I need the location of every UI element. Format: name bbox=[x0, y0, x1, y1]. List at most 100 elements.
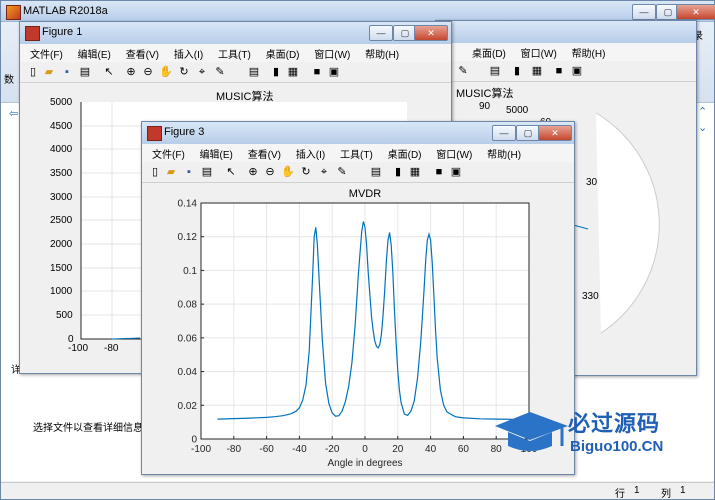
figure3-menu-insert[interactable]: 插入(I) bbox=[290, 144, 331, 163]
figure1-open-icon[interactable]: ▰ bbox=[42, 65, 56, 79]
chart-title: MVDR bbox=[349, 188, 381, 200]
figure1-menu-edit[interactable]: 编辑(E) bbox=[72, 44, 117, 63]
figure3-menu-window[interactable]: 窗口(W) bbox=[430, 144, 478, 163]
figure3-new-icon[interactable]: ▯ bbox=[148, 165, 162, 179]
figure1-titlebar: Figure 1 — ▢ ✕ bbox=[20, 22, 451, 45]
figure1-menu-desktop[interactable]: 桌面(D) bbox=[260, 44, 306, 63]
x-tick-label: 40 bbox=[425, 444, 437, 455]
figure1-brush-icon[interactable]: ✎ bbox=[213, 65, 227, 79]
figure2-print-icon[interactable]: ▤ bbox=[488, 64, 502, 78]
figure2-brush-icon[interactable]: ✎ bbox=[456, 64, 470, 78]
figure3-pan-icon[interactable]: ✋ bbox=[281, 165, 295, 179]
figure2-legend-icon[interactable]: ▦ bbox=[530, 64, 544, 78]
y-tick-label: 0.12 bbox=[178, 232, 198, 243]
figure1-datatip-icon[interactable]: ⌖ bbox=[195, 65, 209, 79]
figure3-menu-desktop[interactable]: 桌面(D) bbox=[382, 144, 428, 163]
figure3-menubar: 文件(F) 编辑(E) 查看(V) 插入(I) 工具(T) 桌面(D) 窗口(W… bbox=[142, 144, 574, 162]
side-arrow-down-icon[interactable]: ⌄ bbox=[698, 121, 707, 134]
x-axis-label: Angle in degrees bbox=[327, 458, 402, 469]
figure3-close-button[interactable]: ✕ bbox=[538, 125, 572, 141]
figure3-link-icon[interactable]: ▤ bbox=[369, 165, 383, 179]
x-tick-label: -100 bbox=[191, 444, 211, 455]
figure3-save-icon[interactable]: ▪ bbox=[182, 165, 196, 179]
figure1-ytick: 1000 bbox=[50, 286, 73, 297]
figure1-minimize-button[interactable]: — bbox=[369, 25, 393, 41]
figure2-menu-help[interactable]: 帮助(H) bbox=[566, 43, 612, 62]
figure3-rotate-icon[interactable]: ↻ bbox=[299, 165, 313, 179]
minimize-button[interactable]: — bbox=[632, 4, 656, 20]
figure3-open-icon[interactable]: ▰ bbox=[164, 165, 178, 179]
polar-label-30: 30 bbox=[586, 177, 598, 188]
figure3-brush-icon[interactable]: ✎ bbox=[335, 165, 349, 179]
figure1-plot-title: MUSIC算法 bbox=[216, 91, 274, 103]
figure1-ytick: 2500 bbox=[50, 215, 73, 226]
figure3-print-icon[interactable]: ▤ bbox=[200, 165, 214, 179]
figure3-cursor-icon[interactable]: ↖ bbox=[224, 165, 238, 179]
figure1-ytick: 2000 bbox=[50, 239, 73, 250]
figure3-menu-help[interactable]: 帮助(H) bbox=[481, 144, 527, 163]
figure3-menu-file[interactable]: 文件(F) bbox=[146, 144, 191, 163]
figure1-menubar: 文件(F) 编辑(E) 查看(V) 插入(I) 工具(T) 桌面(D) 窗口(W… bbox=[20, 44, 451, 62]
figure1-pan-icon[interactable]: ✋ bbox=[159, 65, 173, 79]
polar-label-330: 330 bbox=[582, 291, 599, 302]
figure2-colorbar-icon[interactable]: ▮ bbox=[510, 64, 524, 78]
y-tick-label: 0 bbox=[191, 435, 197, 446]
figure3-menu-view[interactable]: 查看(V) bbox=[242, 144, 287, 163]
figure1-dock-icon[interactable]: ▣ bbox=[327, 65, 341, 79]
figure2-dock-icon[interactable]: ▣ bbox=[570, 64, 584, 78]
nav-arrow-icon[interactable]: ⇦ bbox=[9, 107, 18, 120]
figure2-menu-window[interactable]: 窗口(W) bbox=[515, 43, 563, 62]
figure2-hide-icon[interactable]: ■ bbox=[552, 64, 566, 78]
x-tick-label: -60 bbox=[259, 444, 274, 455]
watermark-brand-en: Biguo100.CN bbox=[570, 438, 664, 455]
polar-label-90: 90 bbox=[479, 101, 491, 112]
figure1-menu-file[interactable]: 文件(F) bbox=[24, 44, 69, 63]
x-tick-label: -40 bbox=[292, 444, 307, 455]
figure3-hide-icon[interactable]: ■ bbox=[432, 165, 446, 179]
figure1-icon bbox=[25, 26, 40, 41]
figure1-new-icon[interactable]: ▯ bbox=[26, 65, 40, 79]
figure3-legend-icon[interactable]: ▦ bbox=[408, 165, 422, 179]
figure1-colorbar-icon[interactable]: ▮ bbox=[269, 65, 283, 79]
figure3-minimize-button[interactable]: — bbox=[492, 125, 516, 141]
figure3-zoom-in-icon[interactable]: ⊕ bbox=[246, 165, 260, 179]
x-tick-label: 60 bbox=[458, 444, 470, 455]
figure1-link-icon[interactable]: ▤ bbox=[247, 65, 261, 79]
figure1-toolbar: ▯ ▰ ▪ ▤ ↖ ⊕ ⊖ ✋ ↻ ⌖ ✎ ▤ ▮ ▦ ■ ▣ bbox=[20, 62, 451, 83]
status-row-label: 行 bbox=[615, 489, 625, 500]
figure1-menu-insert[interactable]: 插入(I) bbox=[168, 44, 209, 63]
y-tick-label: 0.04 bbox=[178, 367, 198, 378]
figure3-maximize-button[interactable]: ▢ bbox=[516, 125, 540, 141]
status-col-value: 1 bbox=[680, 485, 686, 496]
figure1-cursor-icon[interactable]: ↖ bbox=[102, 65, 116, 79]
figure1-rotate-icon[interactable]: ↻ bbox=[177, 65, 191, 79]
figure1-legend-icon[interactable]: ▦ bbox=[286, 65, 300, 79]
figure3-menu-edit[interactable]: 编辑(E) bbox=[194, 144, 239, 163]
close-button[interactable]: ✕ bbox=[676, 4, 715, 20]
figure3-zoom-out-icon[interactable]: ⊖ bbox=[263, 165, 277, 179]
figure2-menu-desktop[interactable]: 桌面(D) bbox=[466, 43, 512, 62]
side-arrow-icon[interactable]: ⌃ bbox=[698, 105, 707, 118]
figure1-menu-tools[interactable]: 工具(T) bbox=[212, 44, 257, 63]
matlab-logo-icon bbox=[6, 5, 21, 20]
figure1-save-icon[interactable]: ▪ bbox=[60, 65, 74, 79]
x-tick-label: -80 bbox=[227, 444, 242, 455]
figure1-zoom-out-icon[interactable]: ⊖ bbox=[141, 65, 155, 79]
figure1-ytick: 500 bbox=[56, 310, 73, 321]
figure3-dock-icon[interactable]: ▣ bbox=[449, 165, 463, 179]
figure1-menu-window[interactable]: 窗口(W) bbox=[308, 44, 356, 63]
watermark-brand-cn: 必过源码 bbox=[568, 411, 661, 436]
figure3-colorbar-icon[interactable]: ▮ bbox=[391, 165, 405, 179]
figure1-print-icon[interactable]: ▤ bbox=[78, 65, 92, 79]
figure1-menu-help[interactable]: 帮助(H) bbox=[359, 44, 405, 63]
figure1-zoom-in-icon[interactable]: ⊕ bbox=[124, 65, 138, 79]
figure1-ytick: 5000 bbox=[50, 97, 73, 108]
figure1-close-button[interactable]: ✕ bbox=[414, 25, 448, 41]
x-tick-label: 20 bbox=[392, 444, 404, 455]
figure1-hide-icon[interactable]: ■ bbox=[310, 65, 324, 79]
figure3-datatip-icon[interactable]: ⌖ bbox=[317, 165, 331, 179]
matlab-titlebar: MATLAB R2018a — ▢ ✕ bbox=[1, 1, 715, 22]
figure1-menu-view[interactable]: 查看(V) bbox=[120, 44, 165, 63]
x-tick-label: 0 bbox=[362, 444, 368, 455]
figure3-menu-tools[interactable]: 工具(T) bbox=[334, 144, 379, 163]
